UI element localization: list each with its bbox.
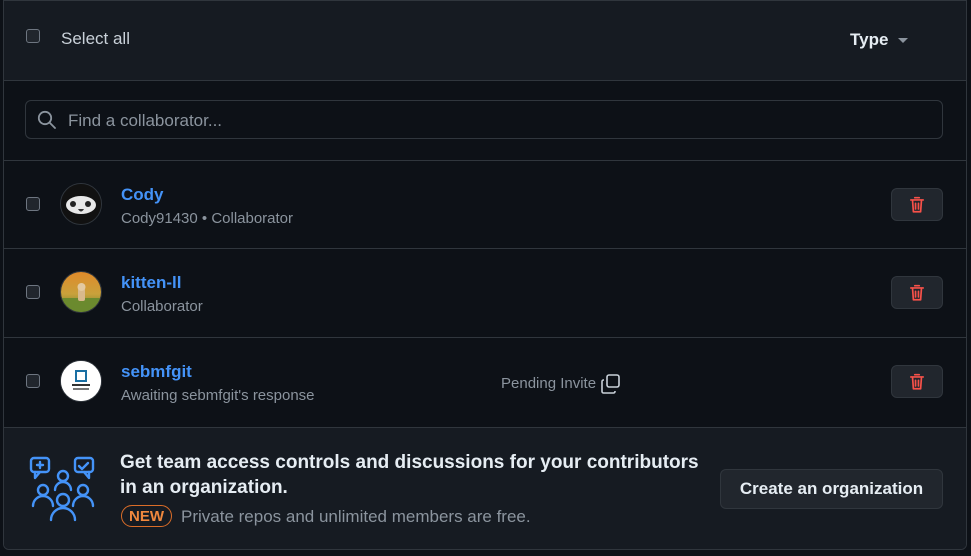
- trash-icon: [909, 196, 925, 213]
- collaborator-name-link[interactable]: sebmfgit: [121, 362, 192, 382]
- collaborator-row: sebmfgit Awaiting sebmfgit's response Pe…: [4, 338, 966, 426]
- collaborator-row: Cody Cody91430 • Collaborator: [4, 161, 966, 249]
- new-badge: NEW: [121, 505, 172, 527]
- collaborator-name-link[interactable]: kitten-ll: [121, 273, 181, 293]
- collaborator-subtitle: Collaborator: [121, 298, 203, 315]
- avatar-image: [61, 272, 101, 312]
- search-icon: [37, 110, 56, 129]
- copy-icon[interactable]: [600, 373, 622, 395]
- row-checkbox[interactable]: [26, 197, 40, 211]
- caret-down-icon[interactable]: [898, 38, 908, 43]
- avatar[interactable]: [60, 360, 102, 402]
- remove-collaborator-button[interactable]: [891, 365, 943, 398]
- organization-promo: Get team access controls and discussions…: [4, 427, 966, 549]
- select-all-checkbox[interactable]: [26, 29, 40, 43]
- avatar-image: [61, 184, 101, 224]
- type-filter-button[interactable]: Type: [850, 30, 888, 50]
- create-organization-button[interactable]: Create an organization: [720, 469, 943, 509]
- trash-icon: [909, 373, 925, 390]
- remove-collaborator-button[interactable]: [891, 188, 943, 221]
- collaborator-subtitle: Cody91430 • Collaborator: [121, 210, 294, 227]
- remove-collaborator-button[interactable]: [891, 276, 943, 309]
- promo-title: Get team access controls and discussions…: [120, 452, 699, 498]
- search-input[interactable]: [66, 101, 930, 140]
- list-header: Select all Type: [4, 1, 966, 81]
- select-all-label: Select all: [61, 29, 130, 48]
- trash-icon: [909, 284, 925, 301]
- search-box: [25, 100, 943, 140]
- collaborator-name-link[interactable]: Cody: [121, 185, 164, 205]
- promo-subtitle: Private repos and unlimited members are …: [181, 507, 531, 526]
- avatar-image: [61, 361, 101, 401]
- avatar[interactable]: [60, 271, 102, 313]
- collaborator-row: kitten-ll Collaborator: [4, 249, 966, 337]
- row-checkbox[interactable]: [26, 285, 40, 299]
- collaborators-panel: Select all Type Cody Cody91430 • Collabo…: [3, 0, 967, 550]
- collaborator-subtitle: Awaiting sebmfgit's response: [121, 387, 315, 404]
- people-icon: [29, 456, 95, 522]
- avatar[interactable]: [60, 183, 102, 225]
- row-checkbox[interactable]: [26, 374, 40, 388]
- pending-invite-status: Pending Invite: [501, 375, 597, 392]
